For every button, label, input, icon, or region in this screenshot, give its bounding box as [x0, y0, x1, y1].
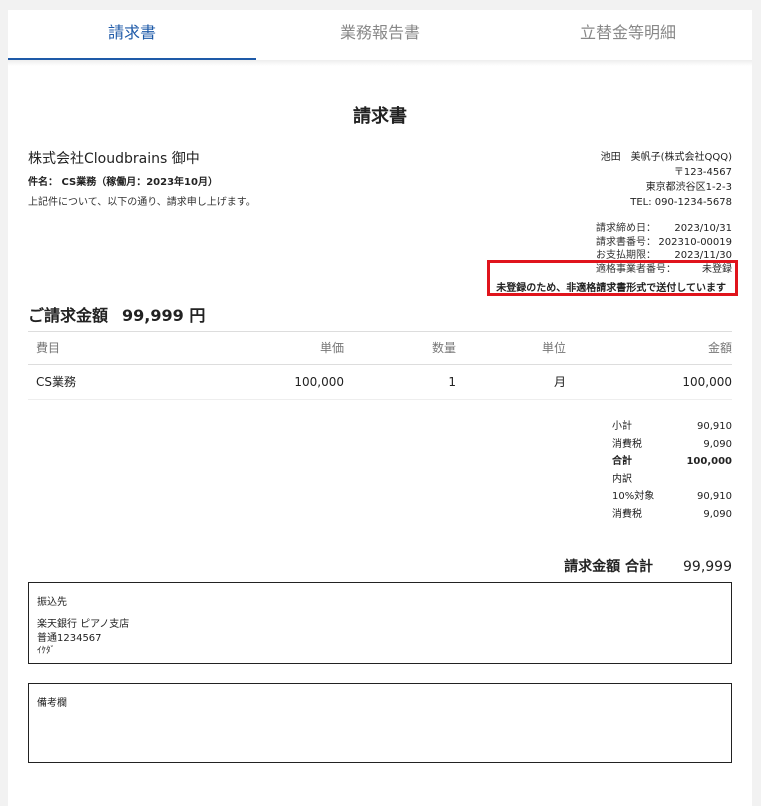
cell-unit: 月 — [553, 375, 566, 389]
total-row: 10%対象 90,910 — [612, 488, 732, 506]
grand-total-value: 99,999 — [683, 559, 732, 575]
total-value: 90,910 — [697, 491, 732, 503]
total-label: 小計 — [612, 421, 632, 432]
billing-amount-label: ご請求金額 — [28, 306, 109, 325]
invoice-card: 請求書 業務報告書 立替金等明細 請求書 株式会社Cloudbrains 御中 … — [8, 10, 752, 806]
tab-invoice[interactable]: 請求書 — [8, 10, 256, 60]
total-label: 消費税 — [612, 438, 642, 450]
total-label: 内訳 — [612, 473, 632, 485]
total-row: 小計 90,910 — [612, 418, 732, 436]
col-unit-price: 単価 — [319, 341, 344, 355]
issuer-postal: 〒123-4567 — [673, 167, 732, 178]
col-amount: 金額 — [707, 341, 732, 355]
invoice-intro: 上記件について、以下の通り、請求申し上げます。 — [28, 197, 256, 208]
bank-info-box: 振込先 楽天銀行 ピアノ支店 普通1234567 ｲｹﾀﾞ — [28, 582, 732, 664]
col-item: 費目 — [36, 341, 61, 355]
cell-unit-price: 100,000 — [294, 375, 344, 389]
billing-amount-value: 99,999 円 — [122, 306, 206, 325]
total-label: 合計 — [612, 456, 632, 468]
meta-value: 2023/10/31 — [674, 223, 732, 234]
total-value: 9,090 — [703, 508, 732, 520]
total-label: 消費税 — [612, 508, 642, 520]
col-unit: 単位 — [541, 341, 566, 355]
total-value: 90,910 — [697, 421, 732, 432]
bank-account: 普通1234567 — [37, 633, 102, 644]
bank-holder: ｲｹﾀﾞ — [37, 646, 56, 656]
total-value: 9,090 — [703, 438, 732, 450]
bank-branch: 楽天銀行 ピアノ支店 — [37, 619, 130, 630]
invoice-subject: 件名： CS業務（稼働月：2023年10月） — [28, 177, 218, 188]
tab-expense-details[interactable]: 立替金等明細 — [504, 10, 752, 60]
cell-item: CS業務 — [36, 375, 76, 389]
total-label: 10%対象 — [612, 491, 655, 503]
grand-total: 請求金額 合計 99,999 — [564, 556, 732, 576]
remarks-box: 備考欄 — [28, 683, 732, 763]
tab-bar: 請求書 業務報告書 立替金等明細 — [8, 10, 752, 60]
remarks-label: 備考欄 — [37, 698, 67, 709]
issuer-tel: TEL: 090-1234-5678 — [630, 197, 732, 208]
col-quantity: 数量 — [431, 341, 456, 355]
table-header: 費目 単価 数量 単位 金額 — [28, 331, 732, 365]
items-table: 費目 単価 数量 単位 金額 CS業務 100,000 1 月 100,000 — [28, 331, 732, 400]
tab-divider — [8, 60, 752, 66]
issuer-block: 池田 美帆子(株式会社QQQ) 〒123-4567 東京都渋谷区1-2-3 TE… — [601, 150, 732, 210]
cell-amount: 100,000 — [682, 375, 732, 389]
total-row: 消費税 9,090 — [612, 436, 732, 454]
issuer-name: 池田 美帆子(株式会社QQQ) — [600, 152, 732, 163]
total-row: 合計 100,000 — [612, 453, 732, 471]
bank-label: 振込先 — [37, 597, 67, 608]
total-row: 内訳 — [612, 471, 732, 489]
tab-work-report[interactable]: 業務報告書 — [256, 10, 504, 60]
recipient-name: 株式会社Cloudbrains 御中 — [28, 151, 200, 167]
meta-label: 請求書番号： — [596, 236, 656, 248]
document-title: 請求書 — [353, 106, 407, 127]
issuer-address: 東京都渋谷区1-2-3 — [645, 182, 732, 193]
meta-value: 202310-00019 — [658, 236, 732, 248]
totals-block: 小計 90,910 消費税 9,090 合計 100,000 内訳 10%対象 90,9… — [612, 418, 732, 524]
total-value: 100,000 — [686, 456, 732, 468]
meta-label: 請求締め日： — [596, 223, 656, 234]
table-row: CS業務 100,000 1 月 100,000 — [28, 365, 732, 400]
non-qualified-notice: 未登録のため、非適格請求書形式で送付しています — [496, 283, 726, 294]
billing-amount: ご請求金額 99,999 円 — [28, 302, 205, 326]
meta-invoice-number: 請求書番号： 202310-00019 — [596, 236, 732, 250]
meta-closing-date: 請求締め日： 2023/10/31 — [596, 222, 732, 236]
total-row: 消費税 9,090 — [612, 506, 732, 524]
cell-quantity: 1 — [448, 375, 456, 389]
grand-total-label: 請求金額 合計 — [564, 559, 653, 575]
